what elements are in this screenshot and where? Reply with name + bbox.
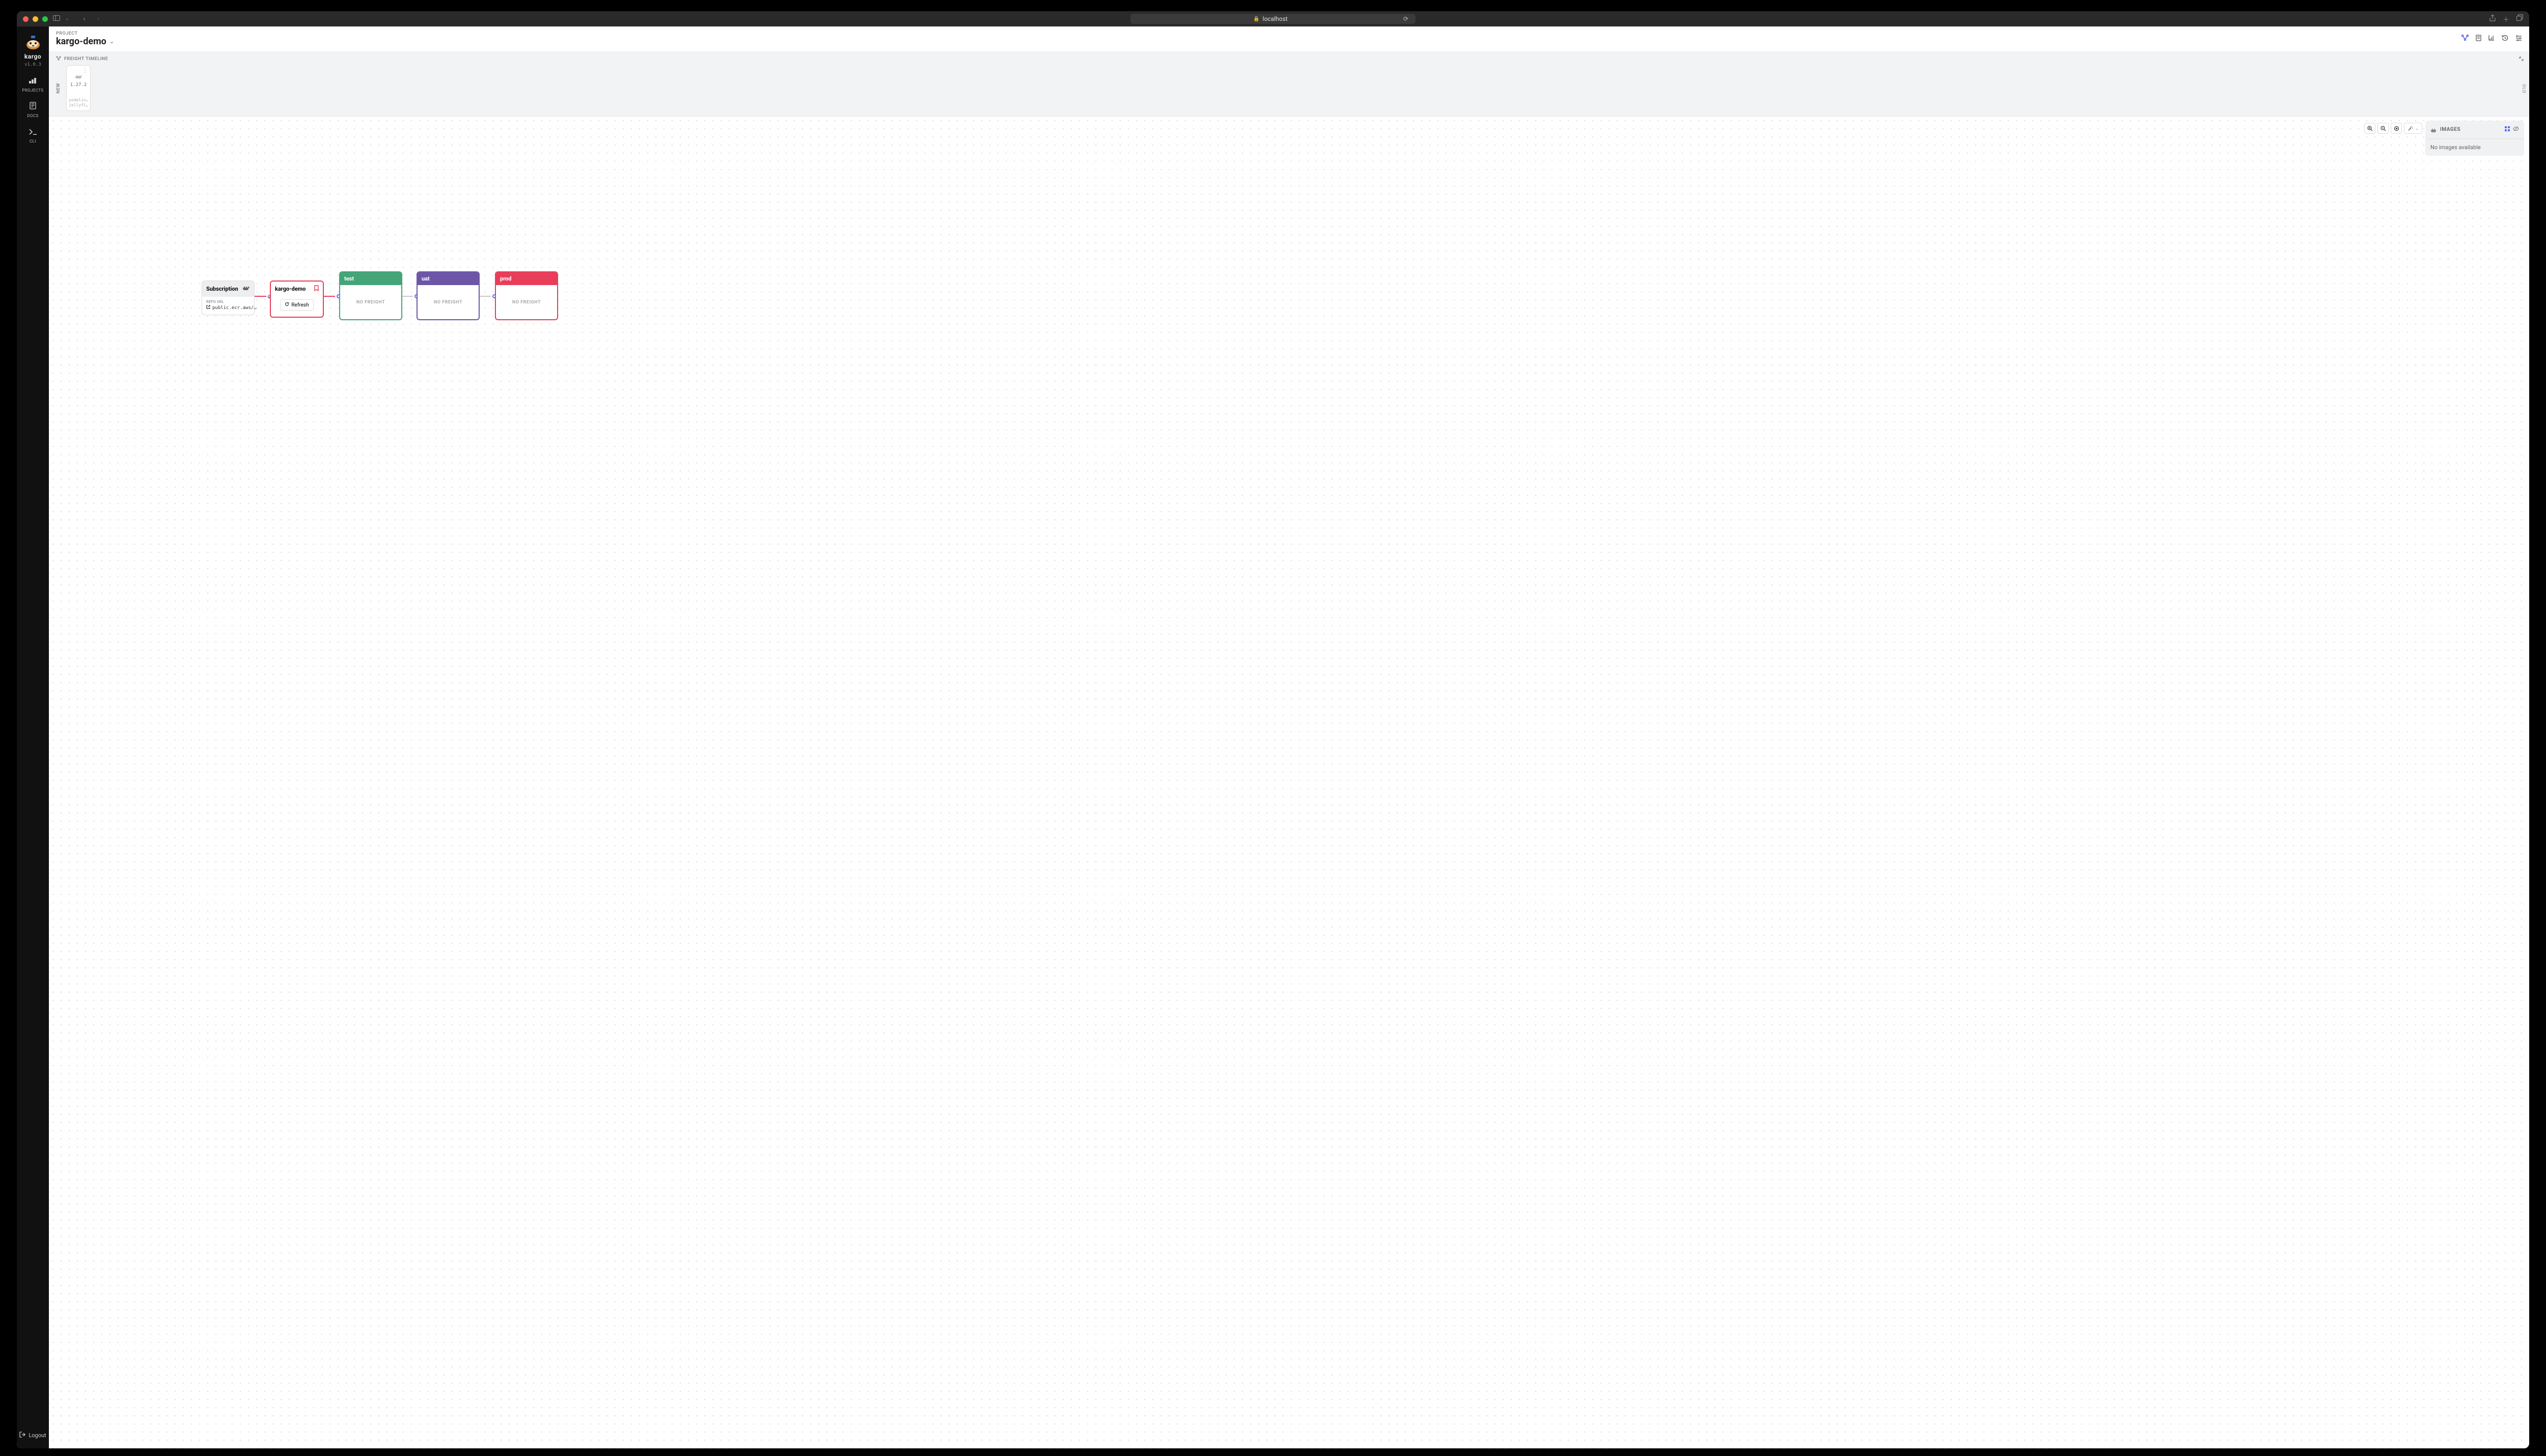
grid-view-icon[interactable] bbox=[2505, 126, 2510, 133]
chevron-down-icon[interactable]: ⌄ bbox=[65, 16, 69, 21]
images-title: IMAGES bbox=[2440, 127, 2460, 132]
sidebar-item-docs[interactable]: DOCS bbox=[27, 102, 38, 118]
sidebar-toggle-icon[interactable] bbox=[53, 15, 60, 23]
freight-alias: yodelin… jellyfi… bbox=[69, 98, 88, 107]
wand-menu-button[interactable]: ⌄ bbox=[2404, 123, 2422, 134]
stage-body-empty: NO FREIGHT bbox=[418, 285, 479, 320]
repo-url-label: REPO URL bbox=[206, 300, 250, 304]
stage-node-prod[interactable]: prod NO FREIGHT bbox=[495, 271, 558, 320]
freight-card[interactable]: ⋮ 1.27.2 yodelin… jellyfi… bbox=[66, 65, 91, 111]
sidebar-item-label: DOCS bbox=[27, 114, 38, 118]
project-name: kargo-demo bbox=[56, 36, 106, 47]
stage-header: test bbox=[340, 272, 401, 285]
history-icon[interactable] bbox=[2502, 35, 2508, 43]
repo-url-link[interactable]: public.ecr.aws/… bbox=[206, 305, 250, 311]
subscription-title: Subscription bbox=[206, 286, 238, 292]
images-panel: IMAGES No images available bbox=[2425, 121, 2524, 156]
pipeline-canvas[interactable]: ⌄ IMAGES bbox=[49, 117, 2529, 1448]
page-header: PROJECT kargo-demo ⌄ bbox=[49, 26, 2529, 52]
chart-icon[interactable] bbox=[2488, 35, 2495, 43]
main-area: PROJECT kargo-demo ⌄ bbox=[49, 26, 2529, 1448]
project-selector[interactable]: kargo-demo ⌄ bbox=[56, 36, 114, 47]
stage-header: uat bbox=[418, 272, 479, 285]
sidebar-item-label: PROJECTS bbox=[22, 88, 43, 93]
stage-body-empty: NO FREIGHT bbox=[340, 285, 401, 320]
logout-button[interactable]: Logout bbox=[19, 1432, 46, 1439]
warehouse-title: kargo-demo bbox=[275, 286, 306, 292]
freight-tag: 1.27.2 bbox=[70, 82, 87, 88]
tabs-icon[interactable] bbox=[2516, 14, 2523, 24]
sidebar-item-label: CLI bbox=[30, 139, 36, 144]
collapse-timeline-button[interactable] bbox=[2519, 56, 2524, 63]
address-bar[interactable]: 🔒 localhost ⟳ bbox=[1130, 14, 1416, 24]
fit-view-button[interactable] bbox=[2391, 123, 2402, 134]
sidebar-item-cli[interactable]: CLI bbox=[29, 127, 37, 144]
new-tab-icon[interactable]: ＋ bbox=[2503, 14, 2509, 24]
warehouse-icon[interactable] bbox=[2476, 35, 2481, 43]
app-root: kargo v1.0.3 PROJECTS DOCS CLI bbox=[17, 26, 2529, 1448]
images-empty-text: No images available bbox=[2425, 139, 2524, 156]
reload-icon[interactable]: ⟳ bbox=[1403, 15, 1408, 22]
old-label: OLD bbox=[2521, 84, 2526, 93]
new-label: NEW bbox=[56, 83, 61, 94]
browser-titlebar: ⌄ ‹ › 🔒 localhost ⟳ ＋ bbox=[17, 11, 2529, 26]
settings-icon[interactable] bbox=[2515, 35, 2522, 43]
refresh-button[interactable]: Refresh bbox=[280, 299, 313, 311]
timeline-icon bbox=[56, 56, 61, 62]
stage-node-uat[interactable]: uat NO FREIGHT bbox=[417, 271, 480, 320]
docs-icon bbox=[30, 102, 36, 111]
refresh-icon bbox=[285, 302, 289, 308]
nav-sidebar: kargo v1.0.3 PROJECTS DOCS CLI bbox=[17, 26, 49, 1448]
sidebar-item-projects[interactable]: PROJECTS bbox=[22, 76, 43, 93]
traffic-lights bbox=[23, 16, 48, 22]
breadcrumb-label: PROJECT bbox=[56, 31, 114, 36]
address-host: localhost bbox=[1263, 15, 1288, 22]
lock-icon: 🔒 bbox=[1253, 16, 1259, 22]
window-maximize-button[interactable] bbox=[42, 16, 48, 22]
share-icon[interactable] bbox=[2489, 14, 2496, 24]
kargo-logo bbox=[23, 32, 43, 52]
pipeline-icon[interactable] bbox=[2461, 35, 2469, 43]
stage-node-test[interactable]: test NO FREIGHT bbox=[339, 271, 402, 320]
chevron-down-icon: ⌄ bbox=[109, 38, 114, 45]
stage-header: prod bbox=[496, 272, 557, 285]
version-text: v1.0.3 bbox=[24, 62, 41, 67]
hide-icon[interactable] bbox=[2513, 126, 2519, 133]
window-minimize-button[interactable] bbox=[33, 16, 38, 22]
chevron-down-icon: ⌄ bbox=[2415, 126, 2419, 131]
window-close-button[interactable] bbox=[23, 16, 29, 22]
header-actions bbox=[2461, 35, 2522, 43]
warehouse-node[interactable]: kargo-demo Refresh bbox=[270, 281, 324, 318]
zoom-out-button[interactable] bbox=[2377, 123, 2389, 134]
nav-back-button[interactable]: ‹ bbox=[84, 15, 86, 23]
bookmark-icon bbox=[314, 285, 319, 293]
docker-icon bbox=[242, 285, 250, 293]
stage-body-empty: NO FREIGHT bbox=[496, 285, 557, 320]
timeline-title: FREIGHT TIMELINE bbox=[56, 56, 2522, 62]
logout-label: Logout bbox=[29, 1432, 46, 1439]
external-link-icon bbox=[206, 305, 210, 311]
logout-icon bbox=[19, 1432, 25, 1439]
more-icon[interactable]: ⋮ bbox=[82, 67, 88, 74]
freight-timeline: FREIGHT TIMELINE NEW ⋮ 1.27.2 yodelin… bbox=[49, 52, 2529, 117]
container-icon bbox=[2430, 125, 2437, 134]
zoom-in-button[interactable] bbox=[2364, 123, 2375, 134]
subscription-node[interactable]: Subscription REPO URL public.ecr.aws/… bbox=[202, 281, 255, 315]
nav-forward-button[interactable]: › bbox=[97, 15, 99, 23]
canvas-toolbar: ⌄ bbox=[2364, 123, 2422, 134]
container-icon bbox=[75, 74, 82, 80]
terminal-icon bbox=[29, 127, 37, 137]
brand-text: kargo bbox=[24, 53, 41, 60]
browser-window: ⌄ ‹ › 🔒 localhost ⟳ ＋ bbox=[17, 11, 2529, 1448]
projects-icon bbox=[29, 76, 37, 86]
